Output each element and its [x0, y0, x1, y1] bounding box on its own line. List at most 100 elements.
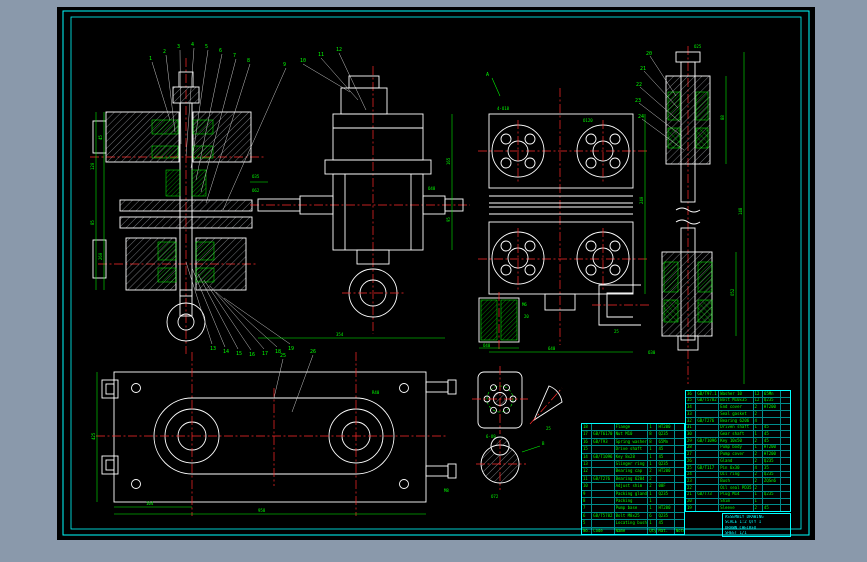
- dim-label: 45: [98, 135, 103, 140]
- bom-row: 30 Gear shaft 1 45: [686, 430, 790, 438]
- section-label: A: [486, 72, 489, 78]
- bom-cell: Sleeve: [718, 505, 752, 511]
- dim-label: O25: [694, 44, 702, 49]
- bom-cell: Code: [591, 527, 613, 535]
- bom-row: 33 Seal gasket 2: [686, 410, 790, 417]
- bom-row: 23 Bush 2 ZQSn6: [686, 477, 790, 485]
- title-block-line: ASSEMBLY DRAWING: [725, 514, 764, 519]
- dim-label: 120: [90, 162, 95, 170]
- callout-label: 22: [636, 82, 642, 88]
- dim-label: 25: [546, 426, 551, 431]
- dim-label: 165: [446, 157, 451, 165]
- bom-row: 6 GB/T5782 Bolt M8x25 6 Q235: [582, 511, 684, 520]
- bom-row: 24 Oil ring 2 Q235: [686, 470, 790, 478]
- bom-cell: [695, 505, 718, 511]
- dim-label: 640: [548, 346, 556, 351]
- dim-label: O35: [252, 174, 260, 179]
- callout-label: 1: [149, 56, 152, 62]
- dim-label: 88: [720, 115, 725, 120]
- callout-label: 6: [219, 48, 222, 54]
- callout-label: 5: [205, 44, 208, 50]
- bom-row: 32 GB/T276 Bearing 6206 4: [686, 416, 790, 424]
- bom-cell: 19: [687, 505, 692, 510]
- bom-row: 17 GB/T6170 Nut M10 8 Q235: [582, 430, 684, 438]
- dim-label: 25: [614, 329, 619, 334]
- dim-label: 95: [446, 217, 451, 222]
- dim-label: 104: [146, 501, 154, 506]
- title-block-line: SCALE 1:2 QTY 1: [725, 520, 762, 525]
- bom-cell: [779, 505, 790, 511]
- dim-label: 20: [524, 314, 529, 319]
- dim-label: 354: [336, 332, 344, 337]
- dim-label: 85: [90, 220, 95, 225]
- callout-label: 21: [640, 66, 646, 72]
- bom-row: 21 GB/T73 Plug M14 1 Q235: [686, 490, 790, 498]
- callout-label: 19: [288, 346, 294, 352]
- bom-cell: Note: [673, 527, 684, 535]
- dim-label: 260: [98, 252, 103, 260]
- bom-row: 19 Sleeve 2 45: [686, 504, 790, 511]
- bom-table-left: 18 Flange 1 HT200 17 GB/T6170 Nut M10 8 Q235 16 GB…: [581, 423, 685, 535]
- bom-row: 10 Adjust shim 2 08F: [582, 482, 684, 490]
- bom-row: 12 Bearing cap 2 HT200: [582, 467, 684, 475]
- bom-row: 22 Oil seal PD35 2: [686, 484, 790, 491]
- bom-cell: Name: [613, 527, 648, 535]
- dim-label: O40: [483, 343, 491, 348]
- callout-label: 17: [262, 351, 268, 357]
- bom-cell: 2: [752, 505, 762, 511]
- dim-label: O48: [428, 186, 436, 191]
- dim-label: 240: [639, 196, 644, 204]
- bom-row: 8 Packing 1: [582, 497, 684, 505]
- callout-label: 11: [318, 52, 324, 58]
- callout-label: 10: [300, 58, 306, 64]
- bom-row: 28 Pump body 1 HT200: [686, 443, 790, 451]
- bom-row: 7 Pump base 1 HT200: [582, 504, 684, 512]
- dim-label: O120: [583, 118, 593, 123]
- callout-label: 16: [249, 352, 255, 358]
- dim-label: R40: [372, 390, 380, 395]
- bom-row: 27 Pump cover 2 HT200: [686, 450, 790, 458]
- bom-row: 29 GB/T1096 Key 10x50 2 45: [686, 437, 790, 444]
- callout-label: 23: [635, 98, 641, 104]
- bom-row: 31 Driven shaft 1 45: [686, 423, 790, 431]
- callout-label: 13: [210, 346, 216, 352]
- bom-cell: No.: [583, 527, 591, 533]
- bom-row: 25 GB/T117 Pin 6x30 4 35: [686, 463, 790, 471]
- bom-row: 9 Packing gland 1 Q235: [582, 489, 684, 498]
- bom-row: 35 GB/T5782 Bolt M10x35 12 Q235: [686, 396, 790, 404]
- bom-row: 14 GB/T1096 Key 8x28 1 45: [582, 452, 684, 461]
- callout-label: 9: [283, 62, 286, 68]
- bom-row: 34 End cover 2 HT200: [686, 403, 790, 411]
- dim-label: 4-O18: [497, 106, 510, 111]
- bom-cell: Qty: [647, 527, 657, 535]
- callout-label: 3: [177, 44, 180, 50]
- bom-row: 16 GB/T93 Spring washer 8 65Mn: [582, 437, 684, 446]
- bom-row: 11 GB/T276 Bearing 6204 2: [582, 474, 684, 483]
- title-block-line: SHEET 1/1: [725, 531, 747, 536]
- callout-label: 2: [163, 49, 166, 55]
- callout-label: 20: [646, 51, 652, 57]
- dim-label: O30: [648, 350, 656, 355]
- bom-row: 15 Drive shaft 1 45: [582, 445, 684, 453]
- bom-row: 5 Locating bush 1 45: [582, 519, 684, 527]
- bom-table-right: 36 GB/T97.1 Washer 10 12 65Mn 35 GB/T5782 Bolt …: [685, 390, 791, 512]
- bom-cell: Mat.: [656, 527, 673, 535]
- dim-label: 425: [91, 432, 96, 440]
- callout-label: 8: [247, 58, 250, 64]
- dim-label: M8: [444, 488, 449, 493]
- bom-cell: 45: [761, 505, 780, 511]
- bom-row: 13 Slinger ring 1 Q235: [582, 460, 684, 468]
- bom-row: No.CodeNameQtyMat.Note: [582, 526, 684, 535]
- dim-label: M6: [522, 302, 527, 307]
- bom-row: 26 Gland 2 Q235: [686, 457, 790, 464]
- callout-label: 24: [638, 114, 644, 120]
- dim-label: 958: [258, 508, 266, 513]
- dim-label: O72: [491, 494, 499, 499]
- callout-label: 14: [223, 349, 229, 355]
- callout-label: 12: [336, 47, 342, 53]
- title-block-line: DRAWN CHECKED: [725, 525, 757, 530]
- callout-label: 4: [191, 42, 194, 48]
- bom-row: 20 Shim 1: [686, 497, 790, 505]
- callout-label: 15: [236, 351, 242, 357]
- title-block: ASSEMBLY DRAWING SCALE 1:2 QTY 1 DRAWN C…: [722, 513, 791, 537]
